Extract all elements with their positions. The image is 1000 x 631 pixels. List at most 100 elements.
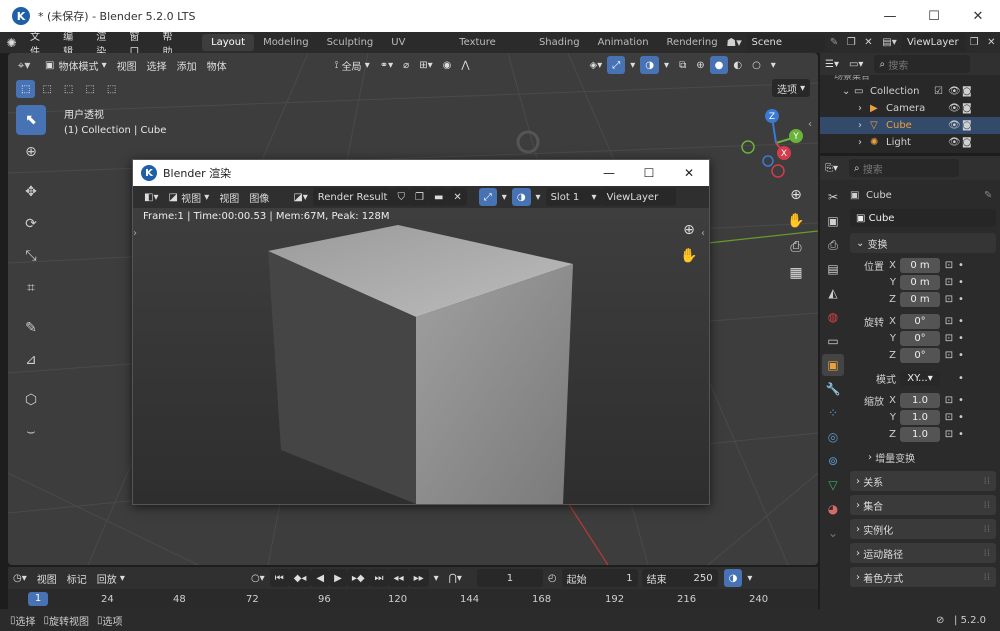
render-minimize-icon[interactable]: —: [589, 160, 629, 186]
camera-render-icon[interactable]: ◙: [962, 103, 972, 114]
motion-paths-panel[interactable]: › 运动路径 ⁞⁞: [850, 543, 996, 563]
lock-location-z-icon[interactable]: ⊡: [940, 294, 958, 305]
viewport-menu-view[interactable]: 视图: [112, 56, 142, 74]
material-tab-icon[interactable]: ◕: [822, 498, 844, 520]
fake-user-icon[interactable]: ⛉: [392, 188, 410, 206]
render-overlay-dropdown[interactable]: ▾: [531, 188, 546, 206]
next-frame-icon[interactable]: ▸▸: [408, 569, 429, 587]
collection-camera-icon[interactable]: ◙: [962, 86, 972, 97]
new-image-icon[interactable]: ❐: [409, 188, 429, 206]
tab-rendering[interactable]: Rendering: [658, 34, 722, 51]
particles-tab-icon[interactable]: ⁘: [822, 402, 844, 424]
keyframe-scale-x-icon[interactable]: •: [958, 395, 964, 406]
unlink-image-icon[interactable]: ✕: [448, 188, 467, 206]
scene-icon[interactable]: ☗▾: [722, 36, 747, 49]
object-name-field[interactable]: ▣ Cube: [850, 209, 996, 227]
keyframe-scale-z-icon[interactable]: •: [958, 429, 964, 440]
gizmo-toggle-icon[interactable]: ⤢: [607, 56, 626, 74]
image-browse-icon[interactable]: ◪▾: [288, 188, 312, 206]
outliner-editor-icon[interactable]: ☰▾: [820, 55, 844, 73]
image-editor-type-icon[interactable]: ◧▾: [139, 188, 163, 206]
relations-panel[interactable]: › 关系 ⁞⁞: [850, 471, 996, 491]
light-eye-icon[interactable]: 👁: [948, 137, 962, 148]
timeline-menu-marker[interactable]: 标记: [62, 569, 92, 587]
zoom-icon[interactable]: ⊕: [784, 183, 808, 207]
expand-cube-icon[interactable]: ›: [858, 120, 870, 131]
view-layer-selector[interactable]: ViewLayer: [901, 33, 966, 52]
render-toolbar-toggle-icon[interactable]: ›: [133, 228, 137, 239]
data-tab-icon[interactable]: ▽: [822, 474, 844, 496]
scale-z-field[interactable]: 1.0: [900, 427, 940, 442]
pivot-icon[interactable]: ⚭▾: [375, 56, 398, 74]
xray-icon[interactable]: ⧉: [674, 56, 691, 74]
measure-tool-icon[interactable]: ⊿: [16, 345, 46, 375]
keyframe-location-y-icon[interactable]: •: [958, 277, 964, 288]
playhead[interactable]: 1: [28, 592, 48, 606]
gizmo-dropdown-icon[interactable]: ▾: [625, 56, 640, 74]
play-reverse-icon[interactable]: ◀: [311, 569, 330, 587]
visibility-icon[interactable]: ◈▾: [585, 56, 608, 74]
add-cube-tool-icon[interactable]: ⬡: [16, 385, 46, 415]
render-pan-icon[interactable]: ✋: [677, 244, 701, 268]
timeline-menu-view[interactable]: 视图: [32, 569, 62, 587]
move-tool-icon[interactable]: ✥: [16, 177, 46, 207]
keyframe-location-x-icon[interactable]: •: [958, 260, 964, 271]
location-x-field[interactable]: 0 m: [900, 258, 940, 273]
rotate-tool-icon[interactable]: ⟳: [16, 209, 46, 239]
tab-texture-paint[interactable]: Texture Paint: [450, 34, 530, 65]
perspective-grid-icon[interactable]: ▦: [784, 261, 808, 285]
lock-scale-x-icon[interactable]: ⊡: [940, 395, 958, 406]
constraints-tab-icon[interactable]: ⊚: [822, 450, 844, 472]
auto-keying-icon[interactable]: ○▾: [246, 569, 270, 587]
overlay-dropdown-icon[interactable]: ▾: [659, 56, 674, 74]
cube-render-icon[interactable]: ◙: [962, 120, 972, 131]
transform-panel-header[interactable]: ⌄ 变换: [850, 233, 996, 253]
expand-camera-icon[interactable]: ›: [858, 103, 870, 114]
motion-paths-drag-icon[interactable]: ⁞⁞: [984, 548, 990, 559]
select-box-tool-icon[interactable]: ⬉: [16, 105, 46, 135]
camera-eye-icon[interactable]: 👁: [948, 103, 962, 114]
minimize-icon[interactable]: —: [868, 0, 912, 32]
select-subtract-icon[interactable]: ⬚: [59, 80, 78, 98]
keyframe-rotation-y-icon[interactable]: •: [958, 333, 964, 344]
object-tab-icon[interactable]: ▣: [822, 354, 844, 376]
collections-drag-icon[interactable]: ⁞⁞: [984, 500, 990, 511]
lock-location-y-icon[interactable]: ⊡: [940, 277, 958, 288]
options-dropdown[interactable]: 选项 ▾: [772, 79, 811, 97]
transform-orientation-dropdown[interactable]: ⟟ 全局 ▾: [330, 56, 375, 74]
timeline-ruler[interactable]: 1 24 48 72 96 120 144 168 192 216 240: [8, 589, 818, 609]
viewport-menu-object[interactable]: 物体: [202, 56, 232, 74]
solid-shading-icon[interactable]: ●: [709, 56, 729, 74]
jump-keyframe-forward-icon[interactable]: ▸◆: [346, 569, 370, 587]
close-icon[interactable]: ✕: [956, 0, 1000, 32]
prev-frame-icon[interactable]: ◂◂: [388, 569, 409, 587]
world-tab-icon[interactable]: ◍: [822, 306, 844, 328]
shading-drag-icon[interactable]: ⁞⁞: [984, 572, 990, 583]
rotation-mode-dropdown[interactable]: XY... ▾: [900, 370, 940, 386]
transform-tool-icon[interactable]: ⌗: [16, 273, 46, 303]
render-gizmo-dropdown[interactable]: ▾: [497, 188, 512, 206]
frame-options-icon[interactable]: ▾: [429, 569, 444, 587]
render-sidebar-toggle-icon[interactable]: ‹: [701, 228, 705, 239]
jump-end-icon[interactable]: ⏭: [369, 569, 389, 587]
keyframe-mode-icon[interactable]: •: [958, 373, 964, 384]
tab-sculpting[interactable]: Sculpting: [318, 34, 383, 51]
render-zoom-icon[interactable]: ⊕: [677, 218, 701, 242]
render-result-field[interactable]: Render Result: [312, 188, 393, 206]
tool-tab-icon[interactable]: ✂: [822, 186, 844, 208]
play-icon[interactable]: ▶: [329, 569, 347, 587]
select-new-icon[interactable]: ⬚: [16, 80, 36, 98]
rotation-z-field[interactable]: 0°: [900, 348, 940, 363]
properties-search-input[interactable]: ⌕ 搜索: [849, 159, 960, 177]
keyframe-rotation-x-icon[interactable]: •: [958, 316, 964, 327]
delta-transform-subpanel[interactable]: › 增量变换: [850, 449, 1000, 466]
shading-dropdown-icon[interactable]: ▾: [766, 56, 781, 74]
physics-tab-icon[interactable]: ◎: [822, 426, 844, 448]
keyframe-rotation-z-icon[interactable]: •: [958, 350, 964, 361]
tab-layout[interactable]: Layout: [202, 34, 255, 51]
playback-dropdown[interactable]: 回放 ▾: [92, 569, 130, 587]
jump-keyframe-back-icon[interactable]: ◆◂: [288, 569, 312, 587]
outliner-row-collection[interactable]: ⌄ ▭ Collection ☑ 👁 ◙: [820, 83, 1000, 100]
pin-properties-icon[interactable]: ✎: [984, 190, 1000, 201]
copy-scene-icon[interactable]: ❐: [843, 37, 860, 48]
